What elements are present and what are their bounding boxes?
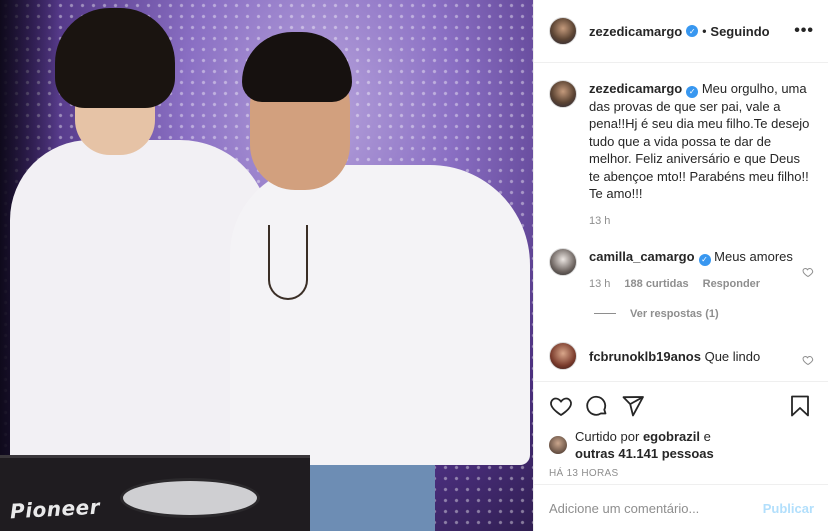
verified-badge-icon: ✓ [698, 254, 711, 266]
liker-username[interactable]: egobrazil [643, 429, 700, 444]
publish-button[interactable]: Publicar [763, 501, 814, 516]
verified-badge-icon: ✓ [686, 85, 699, 98]
post-side-panel: zezedicamargo ✓ • Seguindo ••• zezedicam… [533, 0, 828, 531]
comment-meta: 13 h 188 curtidas Responder [589, 276, 794, 294]
comment-avatar[interactable] [549, 341, 577, 370]
comment-time[interactable]: 13 h [589, 276, 610, 294]
comment-body: fcbrunoklb19anos Que lindo [589, 342, 794, 366]
person-right-shirt [230, 165, 530, 465]
share-icon[interactable] [621, 394, 645, 418]
caption-author-avatar[interactable] [549, 80, 577, 108]
comment-input[interactable] [549, 500, 763, 516]
follow-status-button[interactable]: Seguindo [710, 24, 769, 39]
post-actions: Curtido por egobrazil e outras 41.141 pe… [534, 381, 828, 479]
liker-avatar[interactable] [549, 436, 567, 454]
comment-author[interactable]: camilla_camargo [589, 249, 695, 264]
post-timestamp[interactable]: HÁ 13 HORAS [549, 468, 812, 479]
comment-item: fcbrunoklb19anos Que lindo [549, 341, 814, 370]
comment-item: camilla_camargo ✓ Meus amores 13 h 188 cu… [549, 248, 814, 293]
caption-meta: 13 h [589, 213, 814, 231]
person-left-hair [55, 8, 175, 108]
comment-icon[interactable] [585, 394, 609, 418]
necklace [268, 225, 308, 300]
verified-badge-icon: ✓ [686, 25, 699, 37]
dj-jog-wheel [120, 478, 260, 518]
likes-text: Curtido por egobrazil e outras 41.141 pe… [575, 428, 714, 462]
comment-text: Meus amores [714, 249, 793, 265]
reply-button[interactable]: Responder [703, 276, 760, 294]
add-comment-bar: Publicar [534, 484, 828, 531]
comment-like-heart-icon[interactable] [802, 354, 814, 366]
post-header: zezedicamargo ✓ • Seguindo ••• [534, 0, 828, 63]
post-photo[interactable]: Pioneer [0, 0, 533, 531]
comment-body: camilla_camargo ✓ Meus amores 13 h 188 cu… [589, 248, 794, 293]
caption: zezedicamargo ✓ Meu orgulho, uma das prov… [549, 80, 814, 230]
likes-count-link[interactable]: outras 41.141 pessoas [575, 446, 714, 461]
heart-icon[interactable] [549, 394, 573, 418]
likes-summary: Curtido por egobrazil e outras 41.141 pe… [549, 428, 812, 462]
header-separator: • [702, 24, 707, 38]
author-username[interactable]: zezedicamargo [589, 24, 682, 39]
author-avatar[interactable] [549, 17, 577, 45]
caption-author[interactable]: zezedicamargo [589, 81, 682, 96]
comments-list[interactable]: zezedicamargo ✓ Meu orgulho, uma das prov… [534, 64, 828, 380]
caption-time[interactable]: 13 h [589, 213, 610, 231]
replies-line [594, 313, 616, 314]
comment-avatar[interactable] [549, 248, 577, 277]
comment-like-heart-icon[interactable] [802, 266, 814, 278]
comment-author[interactable]: fcbrunoklb19anos [589, 349, 701, 364]
more-options-icon[interactable]: ••• [794, 22, 814, 40]
view-replies-label: Ver respostas (1) [630, 307, 719, 320]
caption-text: Meu orgulho, uma das provas de que ser p… [589, 81, 810, 202]
action-icons-bar [549, 394, 812, 418]
instagram-post-view: Pioneer zezedicamargo ✓ • Seguindo ••• z… [0, 0, 828, 531]
comment-likes[interactable]: 188 curtidas [624, 276, 688, 294]
caption-body: zezedicamargo ✓ Meu orgulho, uma das prov… [589, 80, 814, 230]
comment-text: Que lindo [704, 348, 761, 364]
deck-brand-logo: Pioneer [9, 494, 101, 524]
view-replies-button[interactable]: Ver respostas (1) [594, 308, 814, 320]
bookmark-icon[interactable] [788, 394, 812, 418]
likes-prefix: Curtido por [575, 429, 640, 444]
likes-connector: e [703, 429, 711, 444]
